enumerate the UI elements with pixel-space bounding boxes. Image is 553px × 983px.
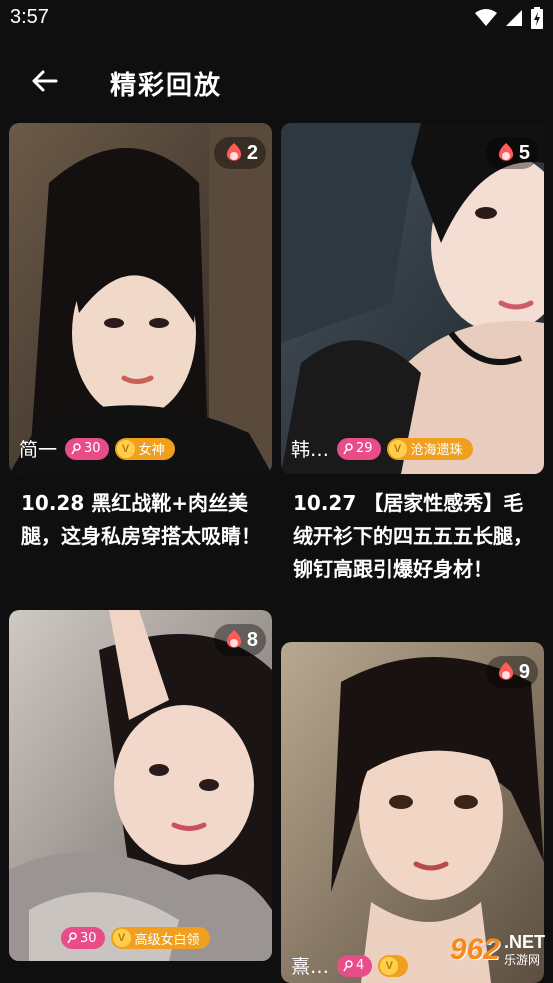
level-badge: 29 xyxy=(337,437,381,460)
battery-icon xyxy=(531,7,543,29)
back-button[interactable] xyxy=(24,61,64,101)
arrow-left-icon xyxy=(32,70,58,92)
card-thumbnail: 5 韩… 29 V 沧海遗珠 xyxy=(281,123,544,474)
heat-badge: 2 xyxy=(213,137,266,169)
page-title: 精彩回放 xyxy=(110,71,223,101)
host-name: 简一 xyxy=(19,439,58,461)
card-title: 10.28 黑红战靴+肉丝美腿，这身私房穿搭太吸睛！ xyxy=(21,491,261,548)
v-icon: V xyxy=(388,439,407,458)
level-badge: 30 xyxy=(65,437,109,460)
level-value: 4 xyxy=(356,958,365,973)
heat-count: 9 xyxy=(518,660,530,683)
card-meta: 熹… 4 V xyxy=(291,952,409,979)
heat-badge: 8 xyxy=(213,624,266,656)
title-badge-label: 高级女白领 xyxy=(134,932,200,948)
status-time: 3:57 xyxy=(10,6,49,28)
title-badge-label: 女神 xyxy=(138,443,165,458)
watermark-sub: 乐游网 xyxy=(503,952,540,967)
signal-icon xyxy=(506,10,522,26)
site-watermark: 962 .NET 乐游网 xyxy=(450,925,545,975)
gender-icon xyxy=(67,932,77,944)
level-value: 30 xyxy=(84,441,101,456)
heat-count: 2 xyxy=(246,141,258,164)
title-badge: V 高级女白领 xyxy=(110,927,210,949)
level-badge: 4 xyxy=(337,954,373,977)
card-thumbnail: 2 简一 30 V 女神 xyxy=(9,123,272,474)
replay-card[interactable]: 2 简一 30 V 女神 10.28 黑红战靴+肉丝美腿，这身私房穿搭太吸睛！ xyxy=(9,123,272,603)
v-icon: V xyxy=(380,956,399,975)
gender-icon xyxy=(343,442,353,454)
level-value: 29 xyxy=(356,441,373,456)
title-badge: V 女神 xyxy=(114,437,175,460)
v-icon: V xyxy=(116,439,135,458)
v-icon: V xyxy=(112,929,131,947)
watermark-net: .NET xyxy=(503,931,545,952)
wifi-icon xyxy=(475,9,497,26)
heat-count: 8 xyxy=(246,628,258,651)
host-name: 韩… xyxy=(291,439,330,461)
title-badge: V xyxy=(378,954,409,977)
watermark-logo: 962 xyxy=(449,933,500,966)
heat-count: 5 xyxy=(518,141,530,164)
replay-card[interactable]: 8 30 V 高级女白领 xyxy=(9,610,272,983)
heat-badge: 5 xyxy=(485,137,538,169)
title-badge: V 沧海遗珠 xyxy=(386,437,473,460)
level-badge: 30 xyxy=(61,927,105,949)
replay-card[interactable]: 5 韩… 29 V 沧海遗珠 10.27 【居家性感秀】毛绒开衫下的四五五五长腿… xyxy=(281,123,544,633)
card-title: 10.27 【居家性感秀】毛绒开衫下的四五五五长腿，铆钉高跟引爆好身材！ xyxy=(293,491,533,581)
card-meta: 韩… 29 V 沧海遗珠 xyxy=(291,435,473,462)
card-meta: 30 V 高级女白领 xyxy=(61,927,210,949)
app-bar: 精彩回放 xyxy=(0,38,553,122)
card-meta: 简一 30 V 女神 xyxy=(19,435,175,462)
status-bar: 3:57 xyxy=(0,0,553,38)
level-value: 30 xyxy=(80,930,97,946)
title-badge-label: 沧海遗珠 xyxy=(410,443,463,458)
flame-icon xyxy=(498,662,513,680)
gender-icon xyxy=(71,442,81,454)
card-thumbnail: 8 30 V 高级女白领 xyxy=(9,610,272,961)
host-name: 熹… xyxy=(291,956,330,978)
heat-badge: 9 xyxy=(485,656,538,688)
flame-icon xyxy=(226,143,241,161)
flame-icon xyxy=(226,630,241,648)
gender-icon xyxy=(343,959,353,971)
flame-icon xyxy=(498,143,513,161)
status-icons xyxy=(475,7,543,29)
